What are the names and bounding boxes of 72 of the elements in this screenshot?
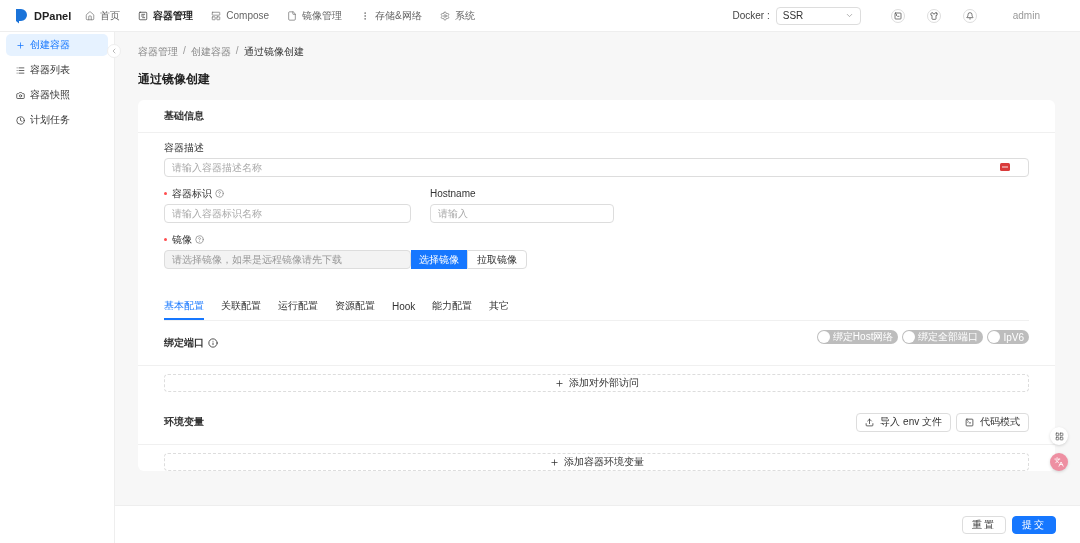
help-icon <box>215 189 224 198</box>
list-icon <box>16 65 25 75</box>
section-heading: 绑定端口 <box>164 327 218 359</box>
pull-image-button[interactable]: 拉取镜像 <box>467 250 527 269</box>
terminal-icon <box>893 11 902 20</box>
app-name: DPanel <box>34 9 72 22</box>
terminal-icon <box>965 417 974 427</box>
terminal-button[interactable] <box>890 8 905 23</box>
help-icon <box>195 235 204 244</box>
breadcrumb-separator: / <box>183 45 186 58</box>
sidebar-item[interactable]: 计划任务 <box>6 109 108 131</box>
chevron-down-icon <box>844 11 854 20</box>
translate-icon <box>1054 457 1064 467</box>
tab[interactable]: 其它 <box>489 299 510 320</box>
nav-item[interactable]: Compose <box>203 10 278 21</box>
breadcrumb-item[interactable]: 容器管理 <box>138 45 178 59</box>
plus-icon <box>16 40 25 50</box>
add-env-button[interactable]: 添加容器环境变量 <box>164 453 1029 471</box>
tab[interactable]: 能力配置 <box>432 299 473 320</box>
notification-button[interactable] <box>962 8 977 23</box>
settings-icon <box>439 10 450 21</box>
sidebar-item[interactable]: 容器列表 <box>6 59 108 81</box>
clock-icon <box>16 115 25 125</box>
breadcrumb-item: 通过镜像创建 <box>243 45 304 59</box>
field-label: Hostname <box>430 188 476 199</box>
shirt-icon <box>929 11 938 20</box>
import-env-button[interactable]: 导入 env 文件 <box>856 412 951 432</box>
field-label: 镜像 <box>172 232 192 247</box>
dots-icon <box>1000 163 1010 171</box>
sidebar-item[interactable]: 创建容器 <box>6 34 108 56</box>
chevron-left-icon <box>110 47 118 55</box>
tab[interactable]: 运行配置 <box>278 299 318 320</box>
field-label: 容器标识 <box>172 186 212 201</box>
nav-item[interactable]: 容器管理 <box>130 8 202 23</box>
file-icon <box>287 10 298 21</box>
sidebar-item[interactable]: 容器快照 <box>6 84 108 106</box>
code-mode-button[interactable]: 代码模式 <box>956 412 1029 432</box>
reset-button[interactable]: 重置 <box>962 515 1006 534</box>
description-field[interactable]: 请输入容器描述名称 <box>164 158 1029 177</box>
nav-item[interactable]: 存储&网络 <box>352 8 430 23</box>
breadcrumb-item[interactable]: 创建容器 <box>190 45 231 59</box>
tab[interactable]: 基本配置 <box>164 299 204 320</box>
info-icon <box>208 338 218 348</box>
plus-icon <box>554 378 564 388</box>
submit-button[interactable]: 提交 <box>1012 515 1056 534</box>
camera-icon <box>16 90 25 100</box>
breadcrumb-separator: / <box>235 45 239 58</box>
nav-item[interactable]: 首页 <box>77 8 129 23</box>
tab[interactable]: 关联配置 <box>221 299 261 320</box>
plus-icon <box>549 457 559 467</box>
tab[interactable]: 资源配置 <box>335 299 375 320</box>
panel-icon <box>138 10 149 21</box>
docker-label: Docker : <box>732 10 770 21</box>
home-icon <box>85 10 96 21</box>
select-image-button[interactable]: 选择镜像 <box>411 250 467 269</box>
nav-item[interactable]: 系统 <box>431 8 483 23</box>
theme-button[interactable] <box>926 8 941 23</box>
hostname-field[interactable]: 请输入 <box>430 204 614 223</box>
grid-icon <box>1054 431 1064 441</box>
section-heading: 环境变量 <box>164 415 204 429</box>
identifier-field[interactable]: 请输入容器标识名称 <box>164 204 411 223</box>
bell-icon <box>965 11 974 20</box>
field-label: 容器描述 <box>164 140 204 155</box>
tab[interactable]: Hook <box>392 299 416 320</box>
columns-icon <box>211 10 222 21</box>
section-heading: 基础信息 <box>164 109 205 123</box>
add-port-button[interactable]: 添加对外部访问 <box>164 374 1029 392</box>
page-title: 通过镜像创建 <box>138 71 211 88</box>
logo-icon <box>14 7 28 24</box>
docker-select[interactable]: SSR <box>775 6 861 25</box>
upload-icon <box>865 417 875 427</box>
nav-item[interactable]: 镜像管理 <box>279 8 351 23</box>
